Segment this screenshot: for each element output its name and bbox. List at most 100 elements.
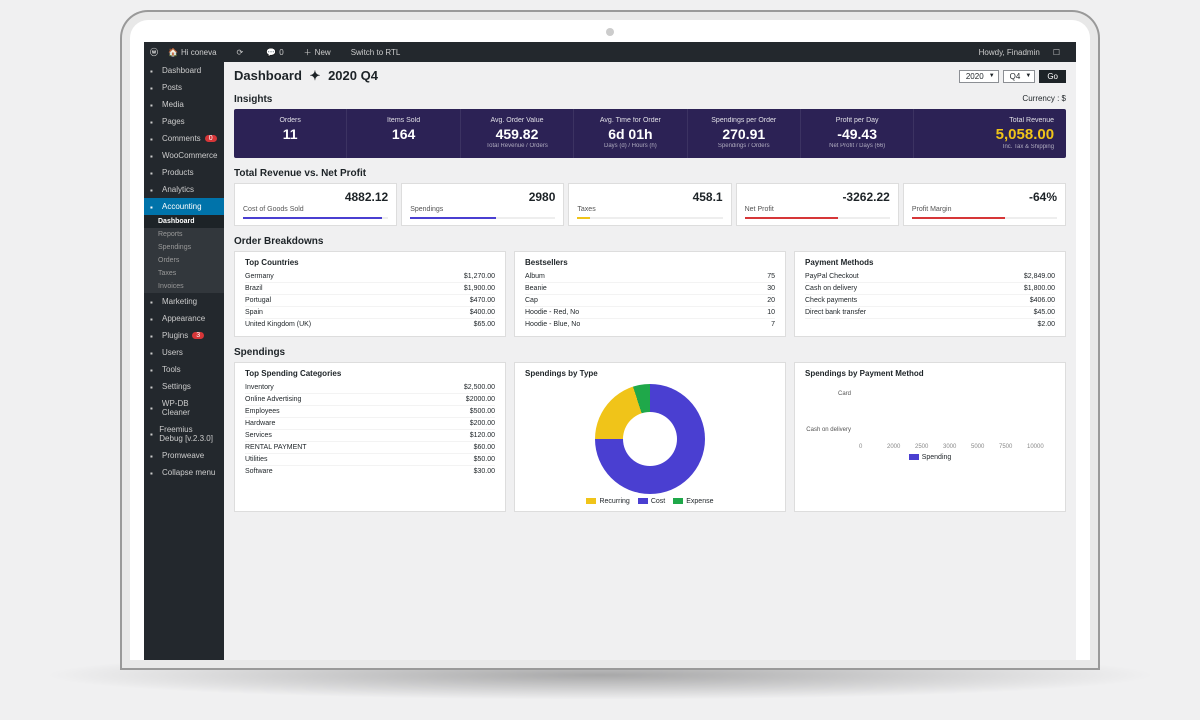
hbar-row: [805, 404, 1055, 420]
sidebar-item-users[interactable]: ▪Users: [144, 344, 224, 361]
list-item: Utilities$50.00: [245, 454, 495, 466]
row-key: Online Advertising: [245, 396, 301, 403]
row-value: $60.00: [474, 444, 495, 451]
adminbar-new[interactable]: ＋ New: [304, 47, 341, 58]
adminbar-site[interactable]: 🏠 Hi coneva: [168, 48, 227, 57]
tile-label: Items Sold: [351, 117, 455, 124]
adminbar-wp-icon[interactable]: ⓦ: [150, 47, 158, 58]
row-value: 20: [767, 297, 775, 304]
legend-item: Cost: [638, 498, 665, 505]
insight-tiles: Orders11Items Sold164Avg. Order Value459…: [234, 109, 1066, 158]
tile-value: 11: [238, 126, 342, 142]
sidebar-item-products[interactable]: ▪Products: [144, 164, 224, 181]
tile-value: -49.43: [805, 126, 909, 142]
metric-title: Cost of Goods Sold: [243, 206, 388, 213]
adminbar-switch-rtl[interactable]: Switch to RTL: [351, 48, 401, 57]
sidebar-item-label: Posts: [162, 83, 182, 92]
sidebar-item-woocommerce[interactable]: ▪WooCommerce: [144, 147, 224, 164]
metric-bar: [410, 217, 555, 219]
gear-icon: ▪: [150, 383, 158, 391]
sidebar-item-promweave[interactable]: ▪Promweave: [144, 447, 224, 464]
user-icon: ▪: [150, 349, 158, 357]
axis-tick: 7500: [999, 444, 1027, 450]
sidebar-item-label: Analytics: [162, 185, 194, 194]
sidebar-item-settings[interactable]: ▪Settings: [144, 378, 224, 395]
sidebar-item-label: Comments: [162, 134, 201, 143]
sidebar-item-appearance[interactable]: ▪Appearance: [144, 310, 224, 327]
axis-tick: 2000: [887, 444, 915, 450]
hbar-row: Card: [805, 386, 1055, 402]
adminbar-refresh[interactable]: ⟳: [237, 48, 257, 57]
sidebar-item-collapse-menu[interactable]: ▪Collapse menu: [144, 464, 224, 481]
insight-tile: Spendings per Order270.91Spendings / Ord…: [688, 109, 801, 158]
metric-bar: [912, 217, 1057, 219]
sidebar-item-dashboard[interactable]: ▪Dashboard: [144, 62, 224, 79]
currency-label: Currency : $: [1022, 94, 1066, 105]
list-item: $2.00: [805, 319, 1055, 330]
row-key: Brazil: [245, 285, 263, 292]
page-title: Dashboard ✦ 2020 Q4: [234, 68, 378, 84]
row-key: Direct bank transfer: [805, 309, 866, 316]
list-item: PayPal Checkout$2,849.00: [805, 271, 1055, 283]
sidebar-item-posts[interactable]: ▪Posts: [144, 79, 224, 96]
axis-tick: 5000: [971, 444, 999, 450]
sidebar-subitem-taxes[interactable]: Taxes: [144, 267, 224, 280]
sidebar-item-wp-db-cleaner[interactable]: ▪WP-DB Cleaner: [144, 395, 224, 421]
go-button[interactable]: Go: [1039, 70, 1066, 83]
dollar-icon: ▪: [150, 203, 158, 211]
row-value: $30.00: [474, 468, 495, 475]
metric-card: 4882.12Cost of Goods Sold: [234, 183, 397, 226]
sidebar-subitem-dashboard[interactable]: Dashboard: [144, 215, 224, 228]
sidebar-item-media[interactable]: ▪Media: [144, 96, 224, 113]
top-countries-panel: Top Countries Germany$1,270.00Brazil$1,9…: [234, 251, 506, 337]
metric-value: 458.1: [577, 190, 722, 204]
sidebar-subitem-reports[interactable]: Reports: [144, 228, 224, 241]
sidebar-item-pages[interactable]: ▪ Pages: [144, 113, 224, 130]
row-value: $50.00: [474, 456, 495, 463]
sidebar-item-label: Plugins: [162, 331, 188, 340]
list-item: Spain$400.00: [245, 307, 495, 319]
metric-card: -3262.22Net Profit: [736, 183, 899, 226]
sidebar-item-tools[interactable]: ▪Tools: [144, 361, 224, 378]
year-select[interactable]: 2020: [959, 70, 999, 83]
list-item: Employees$500.00: [245, 406, 495, 418]
top-spending-categories-panel: Top Spending Categories Inventory$2,500.…: [234, 362, 506, 512]
tile-label: Orders: [238, 117, 342, 124]
adminbar-howdy[interactable]: Howdy, Finadmin ☐: [979, 48, 1060, 57]
sidebar-item-plugins[interactable]: ▪Plugins 3: [144, 327, 224, 344]
spendings-heading: Spendings: [234, 347, 1066, 358]
sidebar-subitem-invoices[interactable]: Invoices: [144, 280, 224, 293]
list-item: Cash on delivery$1,800.00: [805, 283, 1055, 295]
sidebar-item-comments[interactable]: ▪Comments 0: [144, 130, 224, 147]
adminbar-comments[interactable]: 💬 0: [266, 48, 293, 57]
sidebar-subitem-spendings[interactable]: Spendings: [144, 241, 224, 254]
panel-title: Top Countries: [245, 258, 495, 267]
metric-card: 2980Spendings: [401, 183, 564, 226]
quarter-select[interactable]: Q4: [1003, 70, 1036, 83]
row-key: Portugal: [245, 297, 271, 304]
sidebar-item-label: Collapse menu: [162, 468, 215, 477]
hbar-axis: 02000250030005000750010000: [805, 444, 1055, 450]
sidebar-item-analytics[interactable]: ▪Analytics: [144, 181, 224, 198]
hbar-category: Cash on delivery: [805, 427, 855, 433]
row-key: Album: [525, 273, 545, 280]
tile-value: 5,058.00: [918, 126, 1054, 143]
panel-title: Bestsellers: [525, 258, 775, 267]
hbar-chart: Card Cash on delivery: [805, 382, 1055, 444]
sidebar-item-label: Pages: [162, 117, 185, 126]
sidebar-item-label: Tools: [162, 365, 181, 374]
sidebar-item-accounting[interactable]: ▪Accounting: [144, 198, 224, 215]
woo-icon: ▪: [150, 152, 158, 160]
metric-title: Taxes: [577, 206, 722, 213]
row-value: $470.00: [470, 297, 495, 304]
metric-bar: [243, 217, 388, 219]
legend-item: Recurring: [586, 498, 629, 505]
row-value: $2.00: [1037, 321, 1055, 328]
insight-tile: Avg. Time for Order6d 01hDays (d) / Hour…: [574, 109, 687, 158]
metric-bar: [745, 217, 890, 219]
sidebar-subitem-orders[interactable]: Orders: [144, 254, 224, 267]
page-icon: ▪: [150, 118, 158, 126]
sidebar-item-freemius-debug-v-2-3-0-[interactable]: ▪Freemius Debug [v.2.3.0]: [144, 421, 224, 447]
sidebar-item-marketing[interactable]: ▪Marketing: [144, 293, 224, 310]
insights-heading: Insights Currency : $: [234, 94, 1066, 105]
